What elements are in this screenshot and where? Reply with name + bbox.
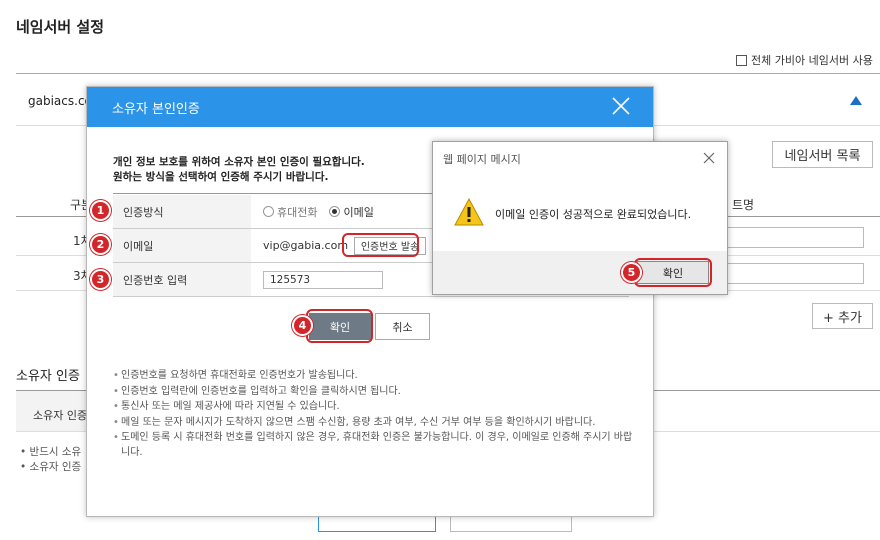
code-label: 인증번호 입력 — [113, 263, 251, 296]
method-email-radio[interactable]: 이메일 — [329, 204, 374, 220]
highlight-message-ok — [634, 258, 712, 287]
use-all-gabia-ns-label: 전체 가비아 네임서버 사용 — [751, 54, 873, 67]
message-body: 이메일 인증이 성공적으로 완료되었습니다. — [495, 208, 692, 221]
modal-header: 소유자 본인인증 — [87, 87, 653, 127]
modal-intro: 개인 정보 보호를 위하여 소유자 본인 인증이 필요합니다. 원하는 방식을 … — [113, 155, 365, 185]
highlight-send-code — [342, 233, 419, 257]
add-button[interactable]: + 추가 — [812, 303, 873, 329]
host-input-1[interactable] — [716, 227, 864, 248]
method-label: 인증방식 — [113, 195, 251, 228]
step-badge-3: 3 — [90, 269, 111, 290]
divider — [16, 73, 880, 74]
code-input-wrap: 125573 — [263, 263, 383, 296]
owner-section-title: 소유자 인증 — [16, 369, 80, 384]
step-badge-5: 5 — [621, 262, 642, 283]
message-title: 웹 페이지 메시지 — [443, 153, 521, 166]
note-item: 메일 또는 문자 메시지가 도착하지 않으면 스팸 수신함, 용량 초과 여부,… — [113, 416, 633, 431]
close-icon[interactable] — [611, 95, 631, 117]
web-page-message-dialog: 웹 페이지 메시지 이메일 인증이 성공적으로 완료되었습니다. 확인 5 — [432, 141, 728, 295]
cancel-button[interactable]: 취소 — [375, 313, 430, 340]
method-options: 휴대전화 이메일 — [263, 195, 374, 228]
table-header-host: 트명 — [732, 198, 755, 212]
use-all-gabia-ns-checkbox[interactable]: 전체 가비아 네임서버 사용 — [736, 52, 873, 68]
note-item: 인증번호 입력란에 인증번호를 입력하고 확인을 클릭하시면 됩니다. — [113, 385, 633, 400]
modal-title: 소유자 본인인증 — [112, 102, 200, 117]
note-item: 통신사 또는 메일 제공사에 따라 지연될 수 있습니다. — [113, 400, 633, 415]
close-icon[interactable] — [702, 151, 716, 165]
email-value: vip@gabia.com — [263, 239, 349, 252]
code-input[interactable]: 125573 — [263, 270, 383, 289]
highlight-confirm — [306, 309, 373, 343]
checkbox-icon[interactable] — [736, 54, 747, 66]
intro-line-1: 개인 정보 보호를 위하여 소유자 본인 인증이 필요합니다. — [113, 156, 365, 168]
screen: 네임서버 설정 전체 가비아 네임서버 사용 gabiacs.co 네임서버 목… — [0, 0, 880, 540]
page-title: 네임서버 설정 — [16, 18, 105, 36]
warning-icon — [454, 197, 484, 226]
step-badge-2: 2 — [90, 234, 111, 255]
radio-icon[interactable] — [263, 206, 274, 217]
host-input-3[interactable] — [716, 263, 864, 284]
step-badge-1: 1 — [90, 200, 111, 221]
notes-list: 인증번호를 요청하면 휴대전화로 인증번호가 발송됩니다. 인증번호 입력란에 … — [113, 369, 633, 461]
message-footer: 확인 5 — [433, 251, 727, 294]
note-item: 인증번호를 요청하면 휴대전화로 인증번호가 발송됩니다. — [113, 369, 633, 384]
email-label: 이메일 — [113, 229, 251, 262]
radio-selected-icon[interactable] — [329, 206, 341, 217]
method-phone-radio[interactable]: 휴대전화 — [263, 204, 317, 220]
domain-name: gabiacs.co — [28, 94, 92, 108]
owner-row-label: 소유자 인증 — [33, 409, 88, 422]
form-divider — [113, 296, 629, 297]
intro-line-2: 원하는 방식을 선택하여 인증해 주시기 바랍니다. — [113, 171, 329, 183]
owner-bullet-2: • 소유자 인증 — [20, 461, 82, 473]
method-email-label: 이메일 — [343, 205, 374, 219]
ns-list-button[interactable]: 네임서버 목록 — [772, 141, 873, 168]
method-phone-label: 휴대전화 — [277, 205, 318, 219]
owner-bullet-1: • 반드시 소유 — [20, 446, 82, 458]
note-item: 도메인 등록 시 휴대전화 번호를 입력하지 않은 경우, 휴대전화 인증은 불… — [113, 431, 633, 460]
triangle-up-icon[interactable] — [850, 96, 862, 105]
step-badge-4: 4 — [292, 315, 313, 336]
